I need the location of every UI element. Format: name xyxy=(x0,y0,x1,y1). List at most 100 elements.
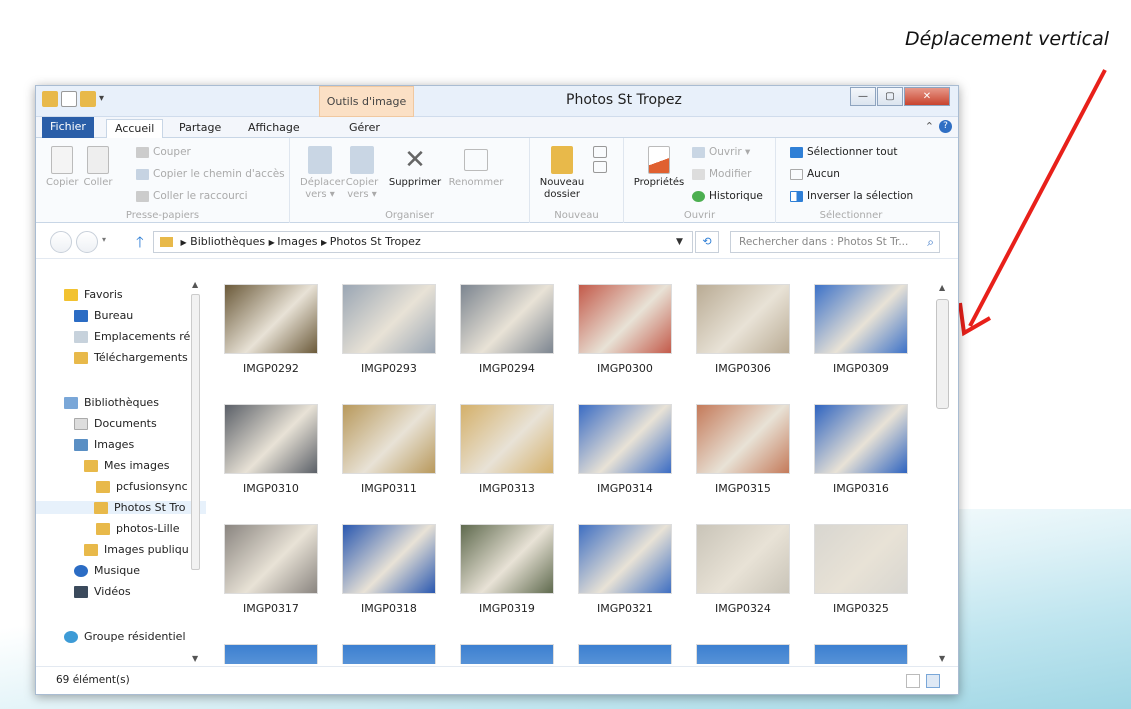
nav-scroll-down-icon[interactable]: ▼ xyxy=(192,654,198,663)
file-tile[interactable]: IMGP0306 xyxy=(684,284,802,375)
minimize-button[interactable]: — xyxy=(850,87,876,106)
folder-icon xyxy=(84,460,98,472)
group-label: Ouvrir xyxy=(683,210,716,221)
cut-button[interactable]: Couper xyxy=(136,146,191,158)
nav-scrollbar-thumb[interactable] xyxy=(191,294,200,570)
tab-view[interactable]: Affichage xyxy=(240,119,308,136)
photo-thumbnail[interactable] xyxy=(814,644,908,664)
file-tile[interactable]: IMGP0292 xyxy=(212,284,330,375)
file-tile[interactable]: IMGP0324 xyxy=(684,524,802,615)
nav-item-images[interactable]: Images xyxy=(74,438,134,451)
file-tile[interactable]: IMGP0321 xyxy=(566,524,684,615)
file-tile[interactable]: IMGP0315 xyxy=(684,404,802,495)
move-to-button[interactable]: Déplacer vers ▾ xyxy=(300,146,345,201)
nav-scroll-up-icon[interactable]: ▲ xyxy=(192,280,198,289)
new-folder-button[interactable]: Nouveau dossier xyxy=(538,146,586,201)
documents-icon xyxy=(74,418,88,430)
address-dropdown-icon[interactable]: ▼ xyxy=(676,231,683,253)
photo-thumbnail[interactable] xyxy=(224,644,318,664)
file-tile[interactable]: IMGP0309 xyxy=(802,284,920,375)
photo-thumbnail xyxy=(342,524,436,594)
file-tile[interactable]: IMGP0318 xyxy=(330,524,448,615)
nav-item-documents[interactable]: Documents xyxy=(74,417,157,430)
photo-thumbnail xyxy=(814,524,908,594)
search-input[interactable]: Rechercher dans : Photos St Tr... ⌕ xyxy=(730,231,940,253)
file-name: IMGP0319 xyxy=(479,602,535,615)
back-button[interactable] xyxy=(50,231,72,253)
qat-menu-button[interactable]: ▾ xyxy=(99,91,109,107)
breadcrumb-libraries[interactable]: Bibliothèques xyxy=(190,235,265,248)
help-icon[interactable]: ? xyxy=(939,120,952,133)
invert-selection-button[interactable]: Inverser la sélection xyxy=(790,190,913,202)
photo-thumbnail xyxy=(578,284,672,354)
folder-icon[interactable] xyxy=(42,91,58,107)
rename-button[interactable]: Renommer xyxy=(448,146,504,189)
open-button[interactable]: Ouvrir ▾ xyxy=(692,146,750,158)
close-button[interactable]: ✕ xyxy=(904,87,950,106)
collapse-ribbon-icon[interactable]: ⌃ xyxy=(925,120,934,133)
copy-button[interactable]: Copier xyxy=(46,146,79,189)
file-tile[interactable]: IMGP0316 xyxy=(802,404,920,495)
forward-button[interactable] xyxy=(76,231,98,253)
recent-locations-dropdown[interactable]: ▾ xyxy=(102,235,106,244)
scroll-up-icon[interactable]: ▲ xyxy=(939,283,945,292)
photo-thumbnail[interactable] xyxy=(696,644,790,664)
select-all-button[interactable]: Sélectionner tout xyxy=(790,146,897,158)
file-tile[interactable]: IMGP0319 xyxy=(448,524,566,615)
refresh-button[interactable]: ⟲ xyxy=(695,231,719,253)
photo-thumbnail[interactable] xyxy=(578,644,672,664)
photo-thumbnail[interactable] xyxy=(342,644,436,664)
edit-icon xyxy=(692,168,705,180)
nav-item-public-images[interactable]: Images publiqu xyxy=(84,543,189,556)
nav-item-recent-places[interactable]: Emplacements ré xyxy=(74,330,190,343)
copy-to-button[interactable]: Copier vers ▾ xyxy=(344,146,380,201)
nav-item-videos[interactable]: Vidéos xyxy=(74,585,131,598)
maximize-button[interactable]: ▢ xyxy=(877,87,903,106)
history-button[interactable]: Historique xyxy=(692,190,763,202)
file-tile[interactable]: IMGP0313 xyxy=(448,404,566,495)
nav-item-favorites[interactable]: Favoris xyxy=(64,288,123,301)
delete-button[interactable]: ✕ Supprimer xyxy=(386,146,444,189)
group-label: Presse-papiers xyxy=(125,210,200,221)
search-icon[interactable]: ⌕ xyxy=(927,232,934,252)
copy-path-button[interactable]: Copier le chemin d'accès xyxy=(136,168,285,180)
file-tile[interactable]: IMGP0311 xyxy=(330,404,448,495)
properties-button[interactable]: Propriétés xyxy=(632,146,686,189)
file-tile[interactable]: IMGP0293 xyxy=(330,284,448,375)
nav-item-libraries[interactable]: Bibliothèques xyxy=(64,396,159,409)
nav-item-my-images[interactable]: Mes images xyxy=(84,459,169,472)
nav-item-photos-lille[interactable]: photos-Lille xyxy=(96,522,180,535)
file-tile[interactable]: IMGP0300 xyxy=(566,284,684,375)
new-folder-icon[interactable] xyxy=(80,91,96,107)
up-arrow-icon[interactable]: 🡑 xyxy=(136,232,144,257)
photo-thumbnail[interactable] xyxy=(460,644,554,664)
nav-item-downloads[interactable]: Téléchargements xyxy=(74,351,188,364)
tab-file[interactable]: Fichier xyxy=(42,117,94,138)
file-tile[interactable]: IMGP0294 xyxy=(448,284,566,375)
large-icons-view-icon[interactable] xyxy=(926,674,940,688)
select-none-button[interactable]: Aucun xyxy=(790,168,840,180)
paste-button[interactable]: Coller xyxy=(82,146,114,189)
breadcrumb-images[interactable]: Images xyxy=(277,235,317,248)
tab-share[interactable]: Partage xyxy=(171,119,229,136)
paste-shortcut-button[interactable]: Coller le raccourci xyxy=(136,190,248,202)
properties-icon[interactable] xyxy=(61,91,77,107)
file-tile[interactable]: IMGP0314 xyxy=(566,404,684,495)
scrollbar-thumb[interactable] xyxy=(936,299,949,409)
file-tile[interactable]: IMGP0310 xyxy=(212,404,330,495)
nav-item-music[interactable]: Musique xyxy=(74,564,140,577)
nav-item-pcfusionsync[interactable]: pcfusionsync xyxy=(96,480,188,493)
nav-item-homegroup[interactable]: Groupe résidentiel xyxy=(64,630,186,643)
tab-manage[interactable]: Gérer xyxy=(341,119,388,136)
new-item-button[interactable] xyxy=(590,146,610,176)
file-tile[interactable]: IMGP0325 xyxy=(802,524,920,615)
edit-button[interactable]: Modifier xyxy=(692,168,751,180)
scroll-down-icon[interactable]: ▼ xyxy=(939,654,945,663)
nav-item-photos-st-tropez[interactable]: Photos St Tro xyxy=(36,501,206,514)
file-tile[interactable]: IMGP0317 xyxy=(212,524,330,615)
tab-home[interactable]: Accueil xyxy=(106,119,164,139)
nav-item-desktop[interactable]: Bureau xyxy=(74,309,133,322)
address-path[interactable]: ▶ Bibliothèques ▶ Images ▶ Photos St Tro… xyxy=(153,231,693,253)
breadcrumb-current-folder[interactable]: Photos St Tropez xyxy=(330,235,421,248)
details-view-icon[interactable] xyxy=(906,674,920,688)
